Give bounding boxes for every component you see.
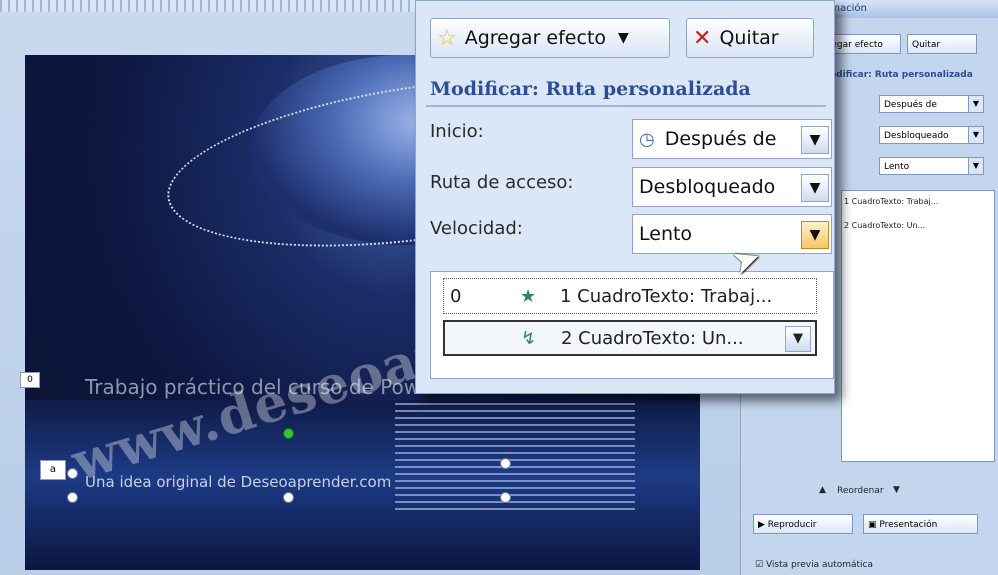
pane-path-value: Desbloqueado xyxy=(884,131,949,141)
start-select[interactable]: ◷ Después de ▼ xyxy=(632,119,832,159)
pane-speed-select[interactable]: Lento ▼ xyxy=(879,157,984,175)
slideshow-label: Presentación xyxy=(879,520,938,530)
selection-handle[interactable] xyxy=(500,458,511,469)
selection-handle[interactable] xyxy=(283,492,294,503)
chevron-down-icon[interactable]: ▼ xyxy=(968,158,983,174)
animation-marker[interactable]: 0 xyxy=(20,372,40,388)
remove-label: Quitar xyxy=(719,27,779,49)
pane-remove-button[interactable]: Quitar xyxy=(907,34,977,54)
play-icon: ▶ xyxy=(758,520,768,530)
item-number: 0 xyxy=(450,285,462,307)
add-effect-button[interactable]: ☆ Agregar efecto ▼ xyxy=(430,18,670,58)
zoom-callout: ☆ Agregar efecto ▼ ✕ Quitar Modificar: R… xyxy=(415,0,835,394)
pane-path-select[interactable]: Desbloqueado ▼ xyxy=(879,126,984,144)
play-label: Reproducir xyxy=(767,520,817,530)
path-value: Desbloqueado xyxy=(639,176,776,198)
chevron-down-icon[interactable]: ▼ xyxy=(801,126,829,154)
star-icon: ☆ xyxy=(437,25,457,51)
slideshow-button[interactable]: ▣ Presentación xyxy=(863,514,978,534)
selection-handle[interactable] xyxy=(67,492,78,503)
reorder-label: Reordenar xyxy=(837,486,884,496)
clock-icon: ◷ xyxy=(639,128,655,150)
autopreview-label: Vista previa automática xyxy=(765,560,873,570)
motion-path-icon: ★ xyxy=(520,285,537,307)
chevron-down-icon[interactable]: ▼ xyxy=(785,326,811,352)
start-value: Después de xyxy=(664,128,777,150)
chevron-down-icon: ▼ xyxy=(618,30,629,46)
list-item[interactable]: 0 ★ 1 CuadroTexto: Trabaj... xyxy=(443,278,817,314)
chevron-down-icon[interactable]: ▼ xyxy=(801,221,829,249)
moon-reflection xyxy=(395,400,635,510)
pane-start-select[interactable]: Después de ▼ xyxy=(879,95,984,113)
chevron-down-icon[interactable]: ▼ xyxy=(968,127,983,143)
section-title: Modificar: Ruta personalizada xyxy=(430,78,751,100)
path-select[interactable]: Desbloqueado ▼ xyxy=(632,167,832,207)
pane-animation-list[interactable]: 1 CuadroTexto: Trabaj... 2 CuadroTexto: … xyxy=(841,190,995,462)
start-label: Inicio: xyxy=(430,121,484,142)
path-label: Ruta de acceso: xyxy=(430,172,574,193)
slideshow-icon: ▣ xyxy=(868,520,880,530)
autopreview-checkbox[interactable]: ☑ Vista previa automática xyxy=(755,560,873,570)
animation-list[interactable]: 0 ★ 1 CuadroTexto: Trabaj... ↯ 2 CuadroT… xyxy=(430,271,834,379)
reorder-up-icon[interactable]: ▲ xyxy=(819,485,826,495)
pane-speed-value: Lento xyxy=(884,162,910,172)
chevron-down-icon[interactable]: ▼ xyxy=(801,174,829,202)
selection-handle[interactable] xyxy=(500,492,511,503)
reorder-down-icon[interactable]: ▼ xyxy=(893,485,900,495)
speed-label: Velocidad: xyxy=(430,218,523,239)
divider xyxy=(426,105,826,107)
motion-path-icon: ↯ xyxy=(521,327,537,349)
remove-button[interactable]: ✕ Quitar xyxy=(686,18,814,58)
add-effect-label: Agregar efecto xyxy=(464,27,607,49)
list-item[interactable]: ↯ 2 CuadroTexto: Un... ▼ xyxy=(443,320,817,356)
pane-section-title: Modificar: Ruta personalizada xyxy=(821,70,973,80)
item-label: 2 CuadroTexto: Un... xyxy=(561,327,744,349)
remove-x-icon: ✕ xyxy=(693,25,712,51)
chevron-down-icon[interactable]: ▼ xyxy=(968,96,983,112)
play-button[interactable]: ▶ Reproducir xyxy=(753,514,853,534)
animation-marker[interactable]: a xyxy=(40,460,66,480)
pane-start-value: Después de xyxy=(884,100,937,110)
item-label: 1 CuadroTexto: Trabaj... xyxy=(560,285,773,307)
list-item[interactable]: 2 CuadroTexto: Un... xyxy=(844,221,925,230)
list-item[interactable]: 1 CuadroTexto: Trabaj... xyxy=(844,197,938,206)
speed-value: Lento xyxy=(639,223,693,245)
